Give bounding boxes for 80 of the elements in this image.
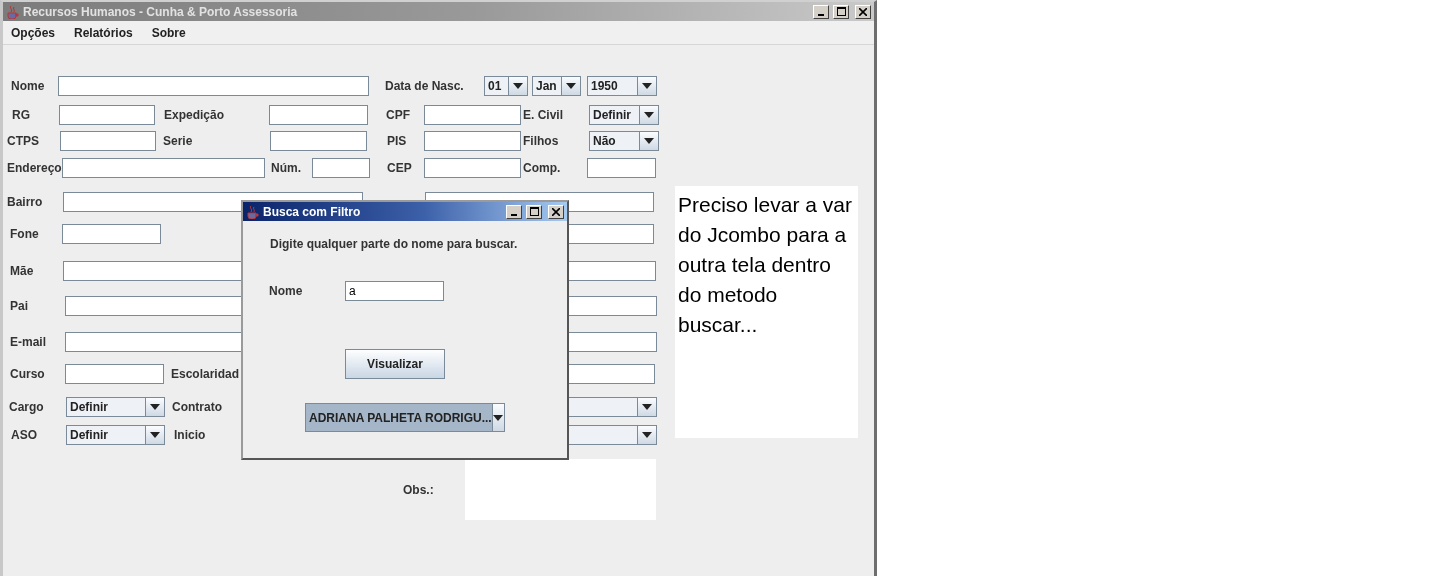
maximize-icon <box>529 207 539 216</box>
field-label: Endereço <box>7 161 62 175</box>
input-field[interactable] <box>58 76 369 96</box>
input-field[interactable] <box>270 131 367 151</box>
field-label: Pai <box>10 299 28 313</box>
dropdown[interactable]: 01 <box>484 76 528 96</box>
dropdown[interactable]: Definir <box>66 425 165 445</box>
note-text: Preciso levar a var do Jcombo para a outra tela dentro do metodo buscar... <box>675 186 858 438</box>
dropdown-arrow-icon <box>513 83 523 89</box>
input-field[interactable] <box>424 158 521 178</box>
field-label: Escolaridad <box>171 367 240 381</box>
field-label: Núm. <box>271 161 301 175</box>
dropdown-arrow-icon <box>493 414 504 421</box>
dropdown-arrow-icon <box>566 83 576 89</box>
field-label: PIS <box>387 134 407 148</box>
menu-item[interactable]: Relatórios <box>68 22 141 43</box>
minimize-icon <box>818 13 824 16</box>
field-label: Filhos <box>523 134 559 148</box>
field-label: Nome <box>11 79 45 93</box>
field-label: CEP <box>387 161 412 175</box>
input-field[interactable] <box>59 105 155 125</box>
input-field[interactable] <box>312 158 370 178</box>
close-icon <box>552 207 560 216</box>
dialog-title: Busca com Filtro <box>263 204 362 219</box>
dropdown-arrow-icon <box>642 404 652 410</box>
menu-item[interactable]: Opções <box>5 22 63 43</box>
dropdown-arrow-icon <box>644 138 654 144</box>
input-field[interactable] <box>269 105 368 125</box>
field-label: CTPS <box>7 134 39 148</box>
dropdown[interactable]: 1950 <box>587 76 657 96</box>
field-label: Serie <box>163 134 193 148</box>
field-label: Inicio <box>174 428 206 442</box>
dropdown-arrow-icon <box>150 404 160 410</box>
dropdown-arrow-icon <box>642 83 652 89</box>
field-label: RG <box>12 108 30 122</box>
field-label: Cargo <box>9 400 44 414</box>
close-button[interactable] <box>855 4 871 19</box>
input-field[interactable] <box>424 131 521 151</box>
field-label: Mãe <box>10 264 34 278</box>
cup-icon <box>246 204 259 219</box>
window-title: Recursos Humanos - Cunha & Porto Assessoria <box>23 4 299 19</box>
field-label: Curso <box>10 367 45 381</box>
dropdown[interactable]: Definir <box>66 397 165 417</box>
input-field[interactable] <box>62 158 265 178</box>
field-label: Fone <box>10 227 39 241</box>
prompt-text: Digite qualquer parte do nome para buscar. <box>270 237 519 251</box>
dropdown-arrow-icon <box>644 112 654 118</box>
dropdown[interactable]: Não <box>589 131 659 151</box>
dropdown-arrow-icon <box>642 432 652 438</box>
input-field[interactable] <box>424 105 521 125</box>
dropdown[interactable]: Jan <box>532 76 581 96</box>
close-icon <box>859 7 867 16</box>
field-label: E-mail <box>10 335 46 349</box>
dropdown[interactable]: Definir <box>589 105 659 125</box>
field-label: CPF <box>386 108 410 122</box>
field-label: Obs.: <box>403 482 434 497</box>
maximize-button[interactable] <box>833 4 849 19</box>
dropdown-arrow-icon <box>150 432 160 438</box>
field-label: ASO <box>11 428 37 442</box>
field-label: Comp. <box>523 161 561 175</box>
input-field[interactable] <box>65 364 164 384</box>
field-label: Contrato <box>172 400 222 414</box>
close-button[interactable] <box>548 204 564 219</box>
field-label: Data de Nasc. <box>385 79 464 93</box>
maximize-button[interactable] <box>526 204 542 219</box>
field-label: Nome <box>269 284 304 298</box>
menu-item[interactable]: Sobre <box>145 22 194 43</box>
result-dropdown[interactable]: ADRIANA PALHETA RODRIGU... <box>305 403 505 432</box>
input-field[interactable] <box>587 158 656 178</box>
minimize-button[interactable] <box>506 204 522 219</box>
field-label: Bairro <box>7 195 43 209</box>
field-label: E. Civil <box>523 108 563 122</box>
cup-icon <box>6 4 19 19</box>
field-label: Expedição <box>164 108 225 122</box>
visualizar-button[interactable]: Visualizar <box>345 349 445 379</box>
input-field[interactable] <box>60 131 156 151</box>
minimize-button[interactable] <box>813 4 829 19</box>
name-field[interactable]: a <box>345 281 444 301</box>
maximize-icon <box>836 7 846 16</box>
input-field[interactable] <box>62 224 161 244</box>
